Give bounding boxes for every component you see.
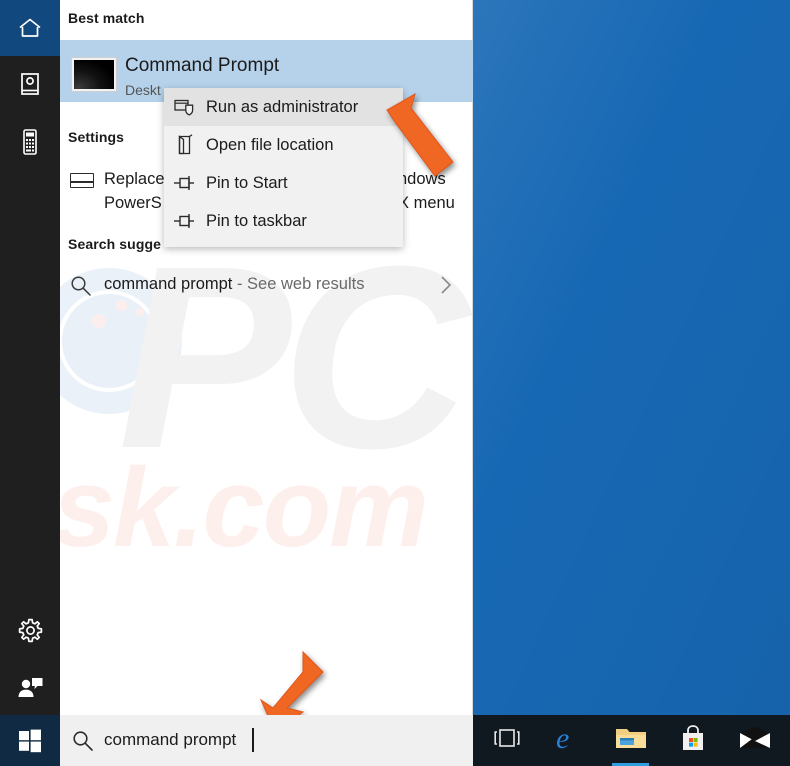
context-menu: Run as administrator Open file location: [164, 88, 403, 247]
console-window-icon: [71, 57, 117, 92]
context-menu-item-open-file-location[interactable]: Open file location: [164, 126, 403, 164]
best-match-title: Command Prompt: [125, 55, 280, 76]
task-view-icon: [492, 727, 522, 754]
start-left-rail: [0, 0, 60, 715]
desktop-background: [473, 0, 790, 715]
pin-icon: [164, 212, 206, 230]
sidebar-item-calculator[interactable]: [0, 114, 60, 170]
taskbar-button-task-view[interactable]: [481, 715, 532, 766]
taskbar-button-file-explorer[interactable]: [605, 715, 656, 766]
pin-icon: [164, 174, 206, 192]
context-menu-item-run-as-administrator[interactable]: Run as administrator: [164, 88, 403, 126]
sidebar-item-home[interactable]: [0, 0, 60, 56]
watermark-lens-inner: [62, 294, 156, 388]
taskbar-button-mail[interactable]: [729, 715, 780, 766]
file-explorer-icon: [615, 725, 647, 756]
edge-icon: e: [554, 722, 584, 759]
search-icon: [70, 275, 92, 302]
context-menu-item-pin-to-taskbar[interactable]: Pin to taskbar: [164, 202, 403, 240]
svg-text:e: e: [556, 722, 569, 754]
home-icon: [17, 16, 43, 40]
calculator-icon: [21, 128, 39, 156]
start-button[interactable]: [0, 715, 60, 766]
settings-line2-right: X menu: [398, 194, 455, 212]
sidebar-item-feedback[interactable]: [0, 660, 60, 716]
screen-root: PC risk.com Best match Command Prompt De…: [0, 0, 790, 766]
arrow-run-as-administrator: [385, 92, 457, 193]
context-menu-label: Pin to taskbar: [206, 211, 307, 230]
mail-envelope-icon: [739, 726, 771, 755]
best-match-subtitle: Deskt: [125, 82, 161, 98]
taskbar-button-store[interactable]: [667, 715, 718, 766]
gear-icon: [17, 617, 44, 644]
watermark-secondary: risk.com: [0, 445, 429, 570]
suggestion-query: command prompt: [104, 275, 233, 293]
taskbar-button-edge[interactable]: e: [543, 715, 594, 766]
watermark-lens-dots: [86, 300, 156, 330]
desktop-sheen: [473, 0, 790, 715]
documents-icon: [18, 71, 42, 97]
search-icon: [72, 730, 94, 757]
folder-open-icon: [164, 134, 206, 156]
text-caret: [252, 728, 254, 752]
chevron-right-icon[interactable]: [438, 274, 454, 301]
search-input[interactable]: command prompt: [104, 730, 236, 750]
settings-line1-left: Replace: [104, 170, 165, 188]
suggestion-hint: - See web results: [232, 275, 365, 293]
panel-right-edge: [472, 0, 473, 715]
context-menu-label: Run as administrator: [206, 97, 359, 116]
windows-logo-icon: [18, 729, 42, 753]
store-bag-icon: [680, 724, 706, 757]
shield-window-icon: [164, 97, 206, 117]
search-suggestions-heading: Search sugge: [68, 236, 162, 252]
best-match-heading: Best match: [68, 10, 145, 26]
taskbar-settings-icon: [70, 173, 94, 188]
context-menu-item-pin-to-start[interactable]: Pin to Start: [164, 164, 403, 202]
search-suggestion-row[interactable]: command prompt - See web results: [104, 275, 364, 294]
context-menu-label: Pin to Start: [206, 173, 288, 192]
sidebar-item-documents[interactable]: [0, 56, 60, 112]
watermark-primary: PC: [118, 213, 469, 503]
context-menu-label: Open file location: [206, 135, 334, 154]
settings-line2-left: PowerS: [104, 194, 162, 212]
feedback-person-icon: [16, 676, 44, 700]
sidebar-item-settings[interactable]: [0, 602, 60, 658]
settings-heading: Settings: [68, 129, 125, 145]
